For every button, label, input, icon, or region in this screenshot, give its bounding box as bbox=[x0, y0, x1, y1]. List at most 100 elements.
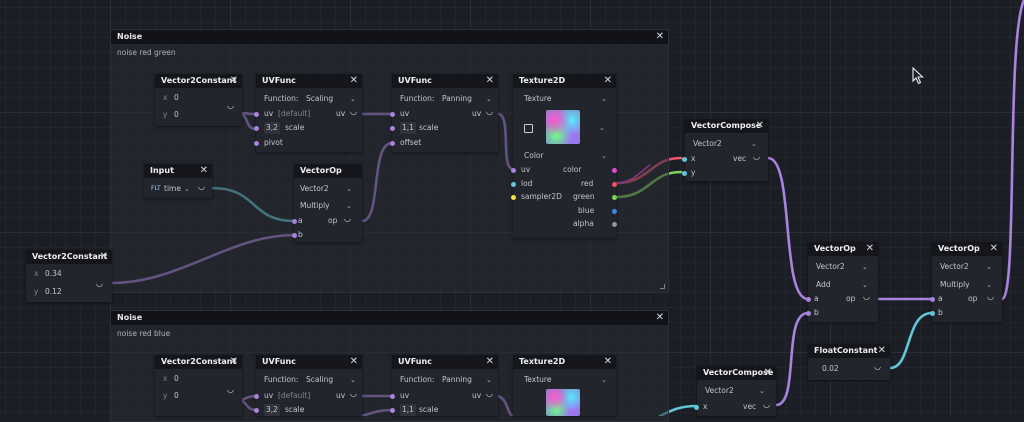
uvfunc-node-scaling[interactable]: UVFunc ✕ Function: Scaling ⌄ uv [default] uv ◡… bbox=[254, 74, 362, 152]
scale-field[interactable]: 1,1 bbox=[400, 122, 416, 134]
uvfunc-node-panning[interactable]: UVFunc ✕ Function: Panning ⌄ uv uv ◡ 1,1 scale… bbox=[390, 74, 498, 152]
texture-type-dropdown[interactable]: Texture bbox=[524, 374, 551, 386]
operation-dropdown[interactable]: Add bbox=[816, 279, 831, 291]
floatconstant-node[interactable]: FloatConstant ✕ 0.02 ◡ bbox=[808, 344, 890, 380]
color-output-port[interactable] bbox=[612, 168, 617, 173]
x-value-field[interactable]: 0.34 bbox=[45, 268, 62, 280]
input-node[interactable]: Input ✕ FLT time ⌄ ◡ bbox=[144, 164, 212, 198]
vectorcompose-node-bottom[interactable]: VectorCompose ✕ Vector2 ⌄ x vec ◡ bbox=[694, 366, 776, 416]
scale-field[interactable]: 3,2 bbox=[264, 122, 280, 134]
chevron-down-icon[interactable]: ⌄ bbox=[184, 183, 190, 195]
group-header[interactable]: Noise ✕ bbox=[111, 30, 668, 44]
uv-input-port[interactable] bbox=[254, 394, 259, 399]
vector-type-dropdown[interactable]: Vector2 bbox=[693, 138, 722, 150]
output-port-icon[interactable]: ◡ bbox=[227, 385, 234, 394]
close-icon[interactable]: ✕ bbox=[486, 74, 494, 88]
node-header[interactable]: Texture2D ✕ bbox=[513, 355, 616, 369]
chevron-down-icon[interactable]: ⌄ bbox=[350, 93, 356, 105]
a-input-port[interactable] bbox=[806, 297, 811, 302]
texture2d-node[interactable]: Texture2D ✕ Texture ⌄ ⌄ Color ⌄ uv color lod… bbox=[511, 74, 617, 238]
y-value-field[interactable]: 0 bbox=[174, 390, 179, 402]
b-input-port[interactable] bbox=[806, 311, 811, 316]
uvfunc-node-panning-bottom[interactable]: UVFunc ✕ Function: Panning ⌄ uv uv ◡ 1,1 scale bbox=[390, 355, 498, 416]
node-header[interactable]: Vector2Constant ✕ bbox=[155, 355, 242, 369]
uv-input-port[interactable] bbox=[390, 112, 395, 117]
chevron-down-icon[interactable]: ⌄ bbox=[601, 374, 607, 386]
function-dropdown[interactable]: Panning bbox=[442, 374, 472, 386]
vector2constant-node-left[interactable]: Vector2Constant ✕ x 0.34 y 0.12 ◡ bbox=[26, 250, 112, 302]
scale-input-port[interactable] bbox=[254, 126, 259, 131]
vectorcompose-node[interactable]: VectorCompose ✕ Vector2 ⌄ x vec ◡ y bbox=[682, 119, 768, 181]
uv-input-port[interactable] bbox=[390, 394, 395, 399]
b-input-port[interactable] bbox=[930, 311, 935, 316]
close-icon[interactable]: ✕ bbox=[350, 355, 358, 369]
resize-handle-icon[interactable] bbox=[660, 284, 665, 289]
close-icon[interactable]: ✕ bbox=[764, 366, 772, 380]
a-input-port[interactable] bbox=[292, 219, 297, 224]
node-header[interactable]: UVFunc ✕ bbox=[392, 74, 498, 88]
node-header[interactable]: Input ✕ bbox=[144, 164, 212, 178]
node-header[interactable]: UVFunc ✕ bbox=[256, 74, 362, 88]
chevron-down-icon[interactable]: ⌄ bbox=[759, 385, 765, 397]
sampler-input-port[interactable] bbox=[511, 195, 516, 200]
function-dropdown[interactable]: Scaling bbox=[306, 93, 333, 105]
close-icon[interactable]: ✕ bbox=[656, 311, 664, 325]
output-port-icon[interactable]: ◡ bbox=[344, 213, 351, 225]
chevron-down-icon[interactable]: ⌄ bbox=[350, 374, 356, 386]
close-icon[interactable]: ✕ bbox=[486, 355, 494, 369]
node-header[interactable]: UVFunc ✕ bbox=[392, 355, 498, 369]
scale-input-port[interactable] bbox=[254, 408, 259, 413]
node-header[interactable]: VectorCompose ✕ bbox=[697, 366, 776, 380]
node-header[interactable]: Vector2Constant ✕ bbox=[26, 250, 112, 264]
output-port-icon[interactable]: ◡ bbox=[863, 291, 870, 303]
output-port-icon[interactable]: ◡ bbox=[486, 388, 493, 400]
close-icon[interactable]: ✕ bbox=[604, 74, 612, 88]
output-port-icon[interactable]: ◡ bbox=[874, 361, 881, 373]
y-input-port[interactable] bbox=[682, 171, 687, 176]
alpha-output-port[interactable] bbox=[612, 222, 617, 227]
output-port-icon[interactable]: ◡ bbox=[987, 291, 994, 303]
vector-type-dropdown[interactable]: Vector2 bbox=[300, 183, 329, 195]
chevron-down-icon[interactable]: ⌄ bbox=[862, 279, 868, 291]
output-port-icon[interactable]: ◡ bbox=[96, 279, 103, 288]
vectorop-node-multiply-right[interactable]: VectorOp ✕ Vector2 ⌄ Multiply ⌄ a op ◡ b bbox=[930, 242, 1002, 322]
close-icon[interactable]: ✕ bbox=[990, 242, 998, 256]
node-header[interactable]: VectorCompose ✕ bbox=[685, 119, 768, 133]
node-header[interactable]: VectorOp bbox=[294, 164, 362, 178]
operation-dropdown[interactable]: Multiply bbox=[940, 279, 970, 291]
chevron-down-icon[interactable]: ⌄ bbox=[862, 261, 868, 273]
node-header[interactable]: FloatConstant ✕ bbox=[808, 344, 890, 358]
chevron-down-icon[interactable]: ⌄ bbox=[986, 279, 992, 291]
close-icon[interactable]: ✕ bbox=[866, 242, 874, 256]
uv-input-port[interactable] bbox=[511, 168, 516, 173]
group-header[interactable]: Noise ✕ bbox=[111, 311, 668, 325]
uvfunc-node-scaling-bottom[interactable]: UVFunc ✕ Function: Scaling ⌄ uv [default] uv ◡… bbox=[254, 355, 362, 416]
function-dropdown[interactable]: Panning bbox=[442, 93, 472, 105]
vectorop-node-add[interactable]: VectorOp ✕ Vector2 ⌄ Add ⌄ a op ◡ b bbox=[806, 242, 878, 322]
output-port-icon[interactable]: ◡ bbox=[486, 106, 493, 118]
scale-input-port[interactable] bbox=[390, 126, 395, 131]
close-icon[interactable]: ✕ bbox=[878, 344, 886, 358]
color-mode-dropdown[interactable]: Color bbox=[524, 150, 544, 162]
texture-type-dropdown[interactable]: Texture bbox=[524, 93, 551, 105]
operation-dropdown[interactable]: Multiply bbox=[300, 200, 330, 212]
scale-field[interactable]: 3,2 bbox=[264, 404, 280, 416]
output-port-icon[interactable]: ◡ bbox=[350, 106, 357, 118]
close-icon[interactable]: ✕ bbox=[230, 355, 238, 369]
pivot-input-port[interactable] bbox=[254, 141, 259, 146]
chevron-down-icon[interactable]: ⌄ bbox=[601, 93, 607, 105]
output-port-icon[interactable]: ◡ bbox=[763, 399, 770, 411]
b-input-port[interactable] bbox=[292, 233, 297, 238]
float-value-field[interactable]: 0.02 bbox=[822, 363, 839, 375]
close-icon[interactable]: ✕ bbox=[756, 119, 764, 133]
uv-input-port[interactable] bbox=[254, 112, 259, 117]
close-icon[interactable]: ✕ bbox=[230, 74, 238, 88]
close-icon[interactable]: ✕ bbox=[656, 30, 664, 44]
node-header[interactable]: VectorOp ✕ bbox=[932, 242, 1002, 256]
output-port-icon[interactable]: ◡ bbox=[227, 101, 234, 110]
vector-type-dropdown[interactable]: Vector2 bbox=[705, 385, 734, 397]
offset-input-port[interactable] bbox=[390, 141, 395, 146]
chevron-down-icon[interactable]: ⌄ bbox=[346, 200, 352, 212]
chevron-down-icon[interactable]: ⌄ bbox=[601, 150, 607, 162]
texture-preview[interactable] bbox=[546, 110, 580, 144]
